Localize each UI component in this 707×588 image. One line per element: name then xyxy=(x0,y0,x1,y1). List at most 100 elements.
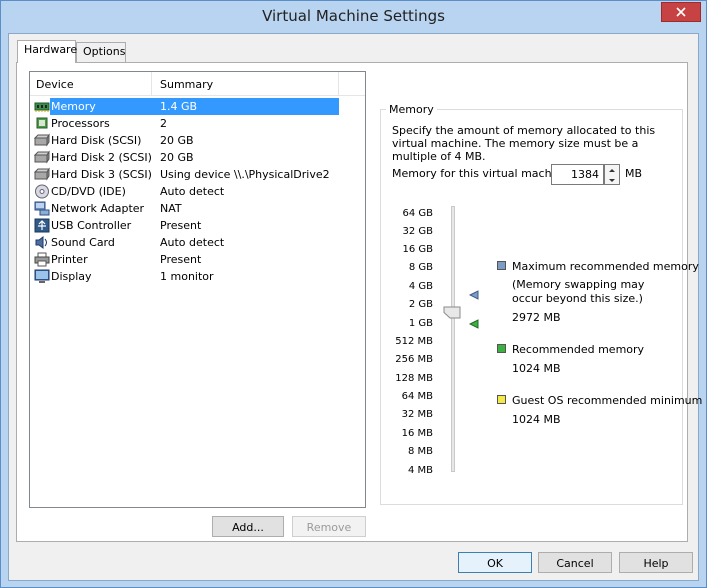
slider-tick-label: 4 MB xyxy=(407,465,433,476)
device-summary: 1 monitor xyxy=(160,270,214,283)
device-name: Processors xyxy=(51,117,110,130)
window-title: Virtual Machine Settings xyxy=(262,7,445,25)
memory-slider-thumb[interactable] xyxy=(443,306,461,319)
device-name: USB Controller xyxy=(51,219,132,232)
processor-icon xyxy=(34,116,50,131)
memory-group-label: Memory xyxy=(386,103,437,116)
device-row-processors[interactable]: Processors 2 xyxy=(34,115,339,132)
slider-tick-label: 256 MB xyxy=(395,354,433,365)
device-row-printer[interactable]: Printer Present xyxy=(34,251,339,268)
slider-tick-label: 128 MB xyxy=(395,373,433,384)
device-list[interactable]: Device Summary Memory 1.4 GB Processors … xyxy=(29,71,366,508)
device-row-hard-disk-3[interactable]: Hard Disk 3 (SCSI) Using device \\.\Phys… xyxy=(33,166,339,183)
device-row-hard-disk[interactable]: Hard Disk (SCSI) 20 GB xyxy=(33,132,339,149)
device-row-sound-card[interactable]: Sound Card Auto detect xyxy=(34,234,339,251)
remove-device-button[interactable]: Remove xyxy=(292,516,366,537)
tab-options[interactable]: Options xyxy=(76,42,126,62)
dialog-client-area: Hardware Options Device Summary Memory 1… xyxy=(8,33,702,581)
memory-unit-label: MB xyxy=(625,167,643,180)
legend-rec-value: 1024 MB xyxy=(512,362,561,375)
list-header: Device Summary xyxy=(30,72,365,96)
hard-disk-icon xyxy=(33,167,50,182)
display-icon xyxy=(34,269,50,284)
tab-options-label: Options xyxy=(83,45,126,58)
slider-tick-label: 8 MB xyxy=(407,446,433,457)
slider-tick-label: 16 MB xyxy=(401,428,433,439)
device-row-network-adapter[interactable]: Network Adapter NAT xyxy=(34,200,339,217)
slider-tick-label: 16 GB xyxy=(402,244,433,255)
device-name: Sound Card xyxy=(51,236,115,249)
tab-hardware-label: Hardware xyxy=(24,43,78,56)
spin-down-button[interactable] xyxy=(605,175,619,184)
hardware-panel: Device Summary Memory 1.4 GB Processors … xyxy=(16,62,702,542)
device-summary: Present xyxy=(160,219,202,232)
device-name: Hard Disk 2 (SCSI) xyxy=(51,151,152,164)
device-summary: Auto detect xyxy=(160,236,225,249)
device-summary: 1.4 GB xyxy=(156,98,339,115)
arrow-up-icon xyxy=(609,169,615,172)
slider-tick-label: 8 GB xyxy=(408,262,433,273)
max-recommended-swatch xyxy=(497,261,506,270)
close-button[interactable] xyxy=(661,2,701,22)
column-header-device[interactable]: Device xyxy=(36,78,74,91)
slider-tick-label: 1 GB xyxy=(408,318,433,329)
ok-button[interactable]: OK xyxy=(458,552,532,573)
memory-size-input[interactable] xyxy=(551,164,604,185)
network-adapter-icon xyxy=(34,201,50,216)
recommended-swatch xyxy=(497,344,506,353)
recommended-marker-icon xyxy=(469,319,479,329)
device-summary: Auto detect xyxy=(160,185,225,198)
device-summary: 20 GB xyxy=(160,151,194,164)
device-name: Display xyxy=(51,270,92,283)
legend-max-label: Maximum recommended memory xyxy=(512,260,699,273)
column-separator[interactable] xyxy=(338,72,339,96)
close-icon xyxy=(676,7,686,17)
spin-up-button[interactable] xyxy=(605,165,619,174)
slider-tick-label: 512 MB xyxy=(395,336,433,347)
hard-disk-icon xyxy=(33,150,50,165)
legend-max-note-line1: (Memory swapping may xyxy=(512,278,645,291)
device-row-usb-controller[interactable]: USB Controller Present xyxy=(34,217,339,234)
legend-min-label: Guest OS recommended minimum xyxy=(512,394,703,407)
legend-rec-label: Recommended memory xyxy=(512,343,645,356)
title-bar[interactable]: Virtual Machine Settings xyxy=(1,1,706,33)
guest-minimum-swatch xyxy=(497,395,506,404)
memory-slider-track[interactable] xyxy=(451,206,455,472)
sound-card-icon xyxy=(34,235,50,250)
device-row-hard-disk-2[interactable]: Hard Disk 2 (SCSI) 20 GB xyxy=(33,149,339,166)
slider-tick-label: 32 MB xyxy=(401,409,433,420)
tab-hardware[interactable]: Hardware xyxy=(17,40,78,63)
slider-tick-label: 64 MB xyxy=(401,391,433,402)
hard-disk-icon xyxy=(33,133,50,148)
column-header-summary[interactable]: Summary xyxy=(160,78,213,91)
legend-max-value: 2972 MB xyxy=(512,311,561,324)
device-summary: Present xyxy=(160,253,202,266)
column-separator[interactable] xyxy=(151,72,152,96)
add-device-button[interactable]: Add... xyxy=(212,516,284,537)
device-row-memory[interactable]: Memory 1.4 GB xyxy=(34,98,339,115)
device-row-display[interactable]: Display 1 monitor xyxy=(34,268,339,285)
settings-window: Virtual Machine Settings Hardware Option… xyxy=(0,0,707,588)
memory-field-label: Memory for this virtual machine: xyxy=(392,167,573,180)
cd-dvd-icon xyxy=(34,184,50,199)
device-summary: Using device \\.\PhysicalDrive2 xyxy=(160,168,330,181)
slider-tick-label: 64 GB xyxy=(402,208,433,219)
device-name: Printer xyxy=(51,253,88,266)
memory-icon xyxy=(34,99,50,114)
memory-description: Specify the amount of memory allocated t… xyxy=(392,124,656,163)
printer-icon xyxy=(34,252,50,267)
cancel-button[interactable]: Cancel xyxy=(538,552,612,573)
device-row-cd-dvd[interactable]: CD/DVD (IDE) Auto detect xyxy=(34,183,339,200)
device-summary: NAT xyxy=(160,202,182,215)
device-name: CD/DVD (IDE) xyxy=(51,185,126,198)
device-name: Network Adapter xyxy=(51,202,145,215)
slider-tick-label: 4 GB xyxy=(408,281,433,292)
help-button[interactable]: Help xyxy=(619,552,693,573)
device-name: Hard Disk 3 (SCSI) xyxy=(51,168,152,181)
arrow-down-icon xyxy=(609,179,615,182)
device-summary: 20 GB xyxy=(160,134,194,147)
max-recommended-marker-icon xyxy=(469,290,479,300)
memory-group: Memory Specify the amount of memory allo… xyxy=(380,103,702,505)
slider-tick-label: 2 GB xyxy=(408,299,433,310)
slider-tick-label: 32 GB xyxy=(402,226,433,237)
